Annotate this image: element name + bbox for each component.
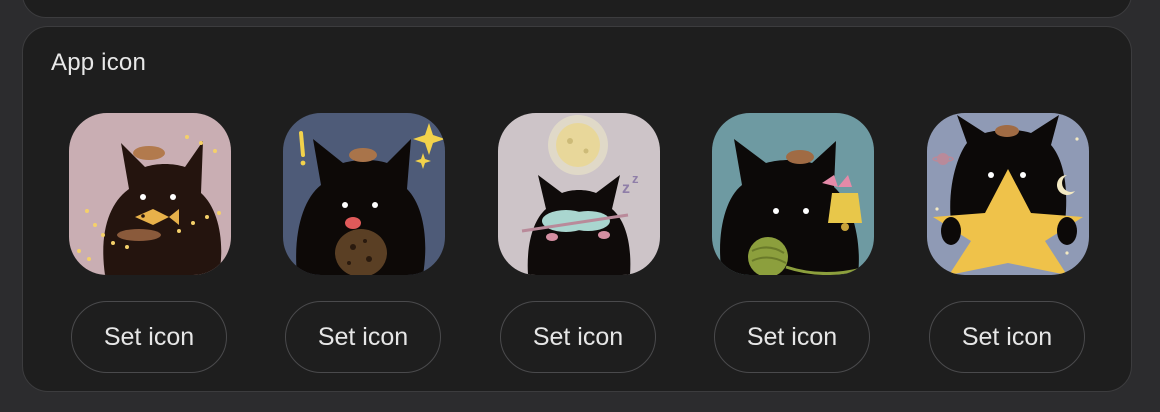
- icon-option-5: Set icon: [927, 113, 1089, 375]
- previous-settings-panel: [22, 0, 1132, 18]
- set-icon-button-1[interactable]: Set icon: [71, 301, 227, 373]
- cat-with-cookie-icon[interactable]: [283, 113, 445, 275]
- cat-with-star-icon[interactable]: [927, 113, 1089, 275]
- icon-option-3: z z Set icon: [498, 113, 660, 375]
- svg-text:z: z: [622, 180, 630, 197]
- icon-option-2: Set icon: [283, 113, 445, 375]
- set-icon-button-5[interactable]: Set icon: [929, 301, 1085, 373]
- cat-with-yarn-icon[interactable]: [712, 113, 874, 275]
- panel-title: App icon: [51, 49, 146, 76]
- set-icon-button-3[interactable]: Set icon: [500, 301, 656, 373]
- svg-text:z: z: [632, 171, 639, 186]
- app-icon-panel: App icon Set icon Set icon z z Set icon …: [22, 26, 1132, 392]
- cat-with-fish-icon[interactable]: [69, 113, 231, 275]
- set-icon-button-2[interactable]: Set icon: [285, 301, 441, 373]
- set-icon-button-4[interactable]: Set icon: [714, 301, 870, 373]
- icon-option-1: Set icon: [69, 113, 231, 375]
- cat-sleeping-icon[interactable]: z z: [498, 113, 660, 275]
- icon-option-4: Set icon: [712, 113, 874, 375]
